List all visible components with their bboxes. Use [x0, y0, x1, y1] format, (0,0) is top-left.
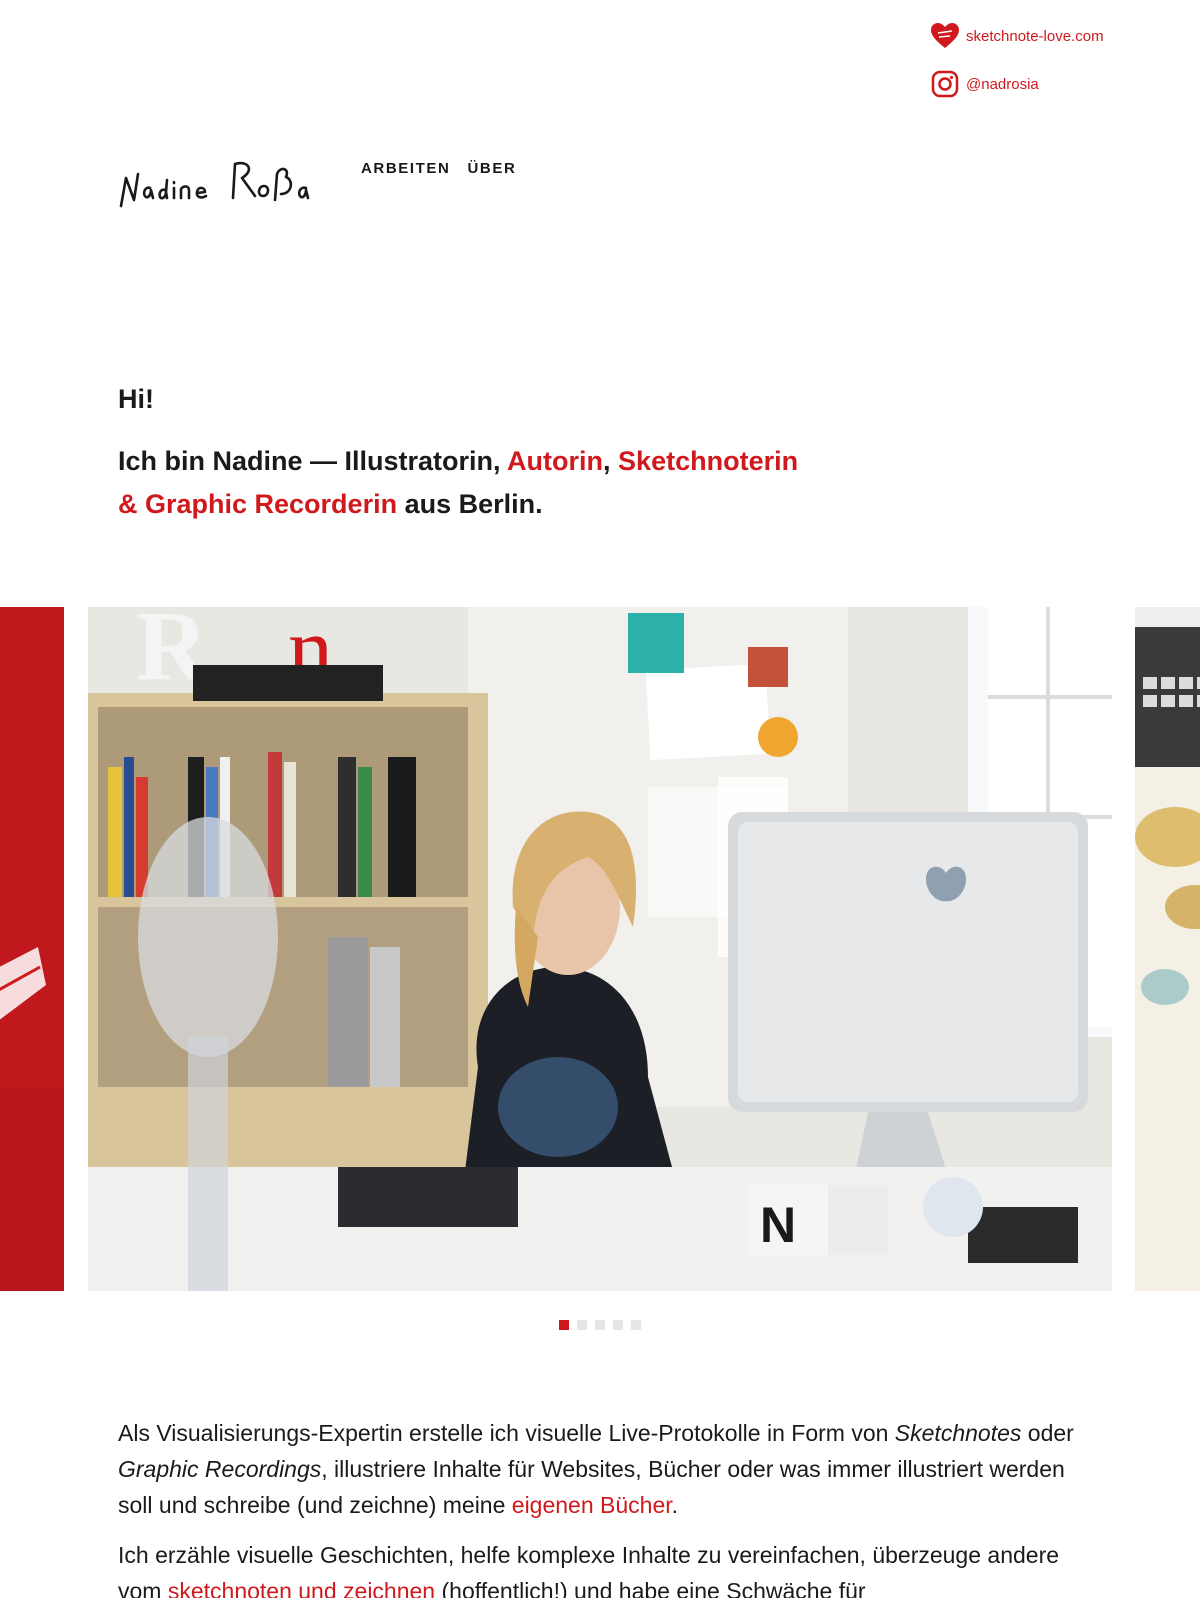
about-paragraph-1: Als Visualisierungs-Expertin erstelle ic…: [118, 1415, 1078, 1523]
p2-text-b: (hoffentlich!) und habe eine Schwäche fü…: [435, 1578, 866, 1598]
p1-text-a: Als Visualisierungs-Expertin erstelle ic…: [118, 1420, 895, 1446]
intro-comma: ,: [603, 446, 619, 476]
sketchnoterin-link[interactable]: Sketchnoterin: [618, 446, 798, 476]
eigene-buecher-link[interactable]: eigenen Bücher: [512, 1492, 672, 1518]
logo-wordmark: [119, 161, 310, 208]
sketchnote-love-link[interactable]: sketchnote-love.com: [930, 20, 1130, 52]
graphic-recorderin-link[interactable]: & Graphic Recorderin: [118, 489, 397, 519]
carousel-slide-previous[interactable]: [0, 607, 64, 1291]
social-links: sketchnote-love.com @nadrosia: [930, 20, 1130, 116]
main-nav: ARBEITEN ÜBER: [361, 160, 516, 177]
intro-part2: aus Berlin.: [397, 489, 543, 519]
studio-photo: R n N: [88, 607, 1112, 1291]
image-carousel[interactable]: R n N: [0, 607, 1200, 1291]
about-paragraph-2: Ich erzähle visuelle Geschichten, helfe …: [118, 1537, 1078, 1598]
carousel-pagination: [559, 1320, 641, 1330]
greeting: Hi!: [118, 384, 154, 414]
sketchnoten-zeichnen-link[interactable]: sketchnoten und zeichnen: [168, 1578, 435, 1598]
carousel-dot-1[interactable]: [559, 1320, 569, 1330]
autorin-link[interactable]: Autorin: [507, 446, 603, 476]
intro-text: Ich bin Nadine — Illustratorin, Autorin,…: [118, 440, 878, 526]
carousel-dot-3[interactable]: [595, 1320, 605, 1330]
sketchnote-love-label: sketchnote-love.com: [966, 27, 1104, 45]
instagram-label: @nadrosia: [966, 75, 1039, 93]
p1-em-graphic-recordings: Graphic Recordings: [118, 1456, 322, 1482]
p1-text-b: oder: [1021, 1420, 1074, 1446]
carousel-dot-4[interactable]: [613, 1320, 623, 1330]
carousel-slide-next[interactable]: [1135, 607, 1200, 1291]
svg-text:N: N: [760, 1197, 796, 1253]
p1-em-sketchnotes: Sketchnotes: [894, 1420, 1022, 1446]
site-logo[interactable]: [118, 150, 313, 214]
instagram-link[interactable]: @nadrosia: [930, 68, 1130, 100]
nav-item-arbeiten[interactable]: ARBEITEN: [361, 160, 450, 177]
nav-item-ueber[interactable]: ÜBER: [467, 160, 516, 177]
carousel-slide-active[interactable]: R n N: [88, 607, 1112, 1291]
about-text: Als Visualisierungs-Expertin erstelle ic…: [118, 1415, 1078, 1598]
carousel-dot-2[interactable]: [577, 1320, 587, 1330]
carousel-dot-5[interactable]: [631, 1320, 641, 1330]
instagram-icon: [930, 69, 960, 99]
p1-text-d: .: [671, 1492, 679, 1518]
intro-part1: Ich bin Nadine — Illustratorin,: [118, 446, 508, 476]
heart-logo-icon: [930, 21, 960, 51]
